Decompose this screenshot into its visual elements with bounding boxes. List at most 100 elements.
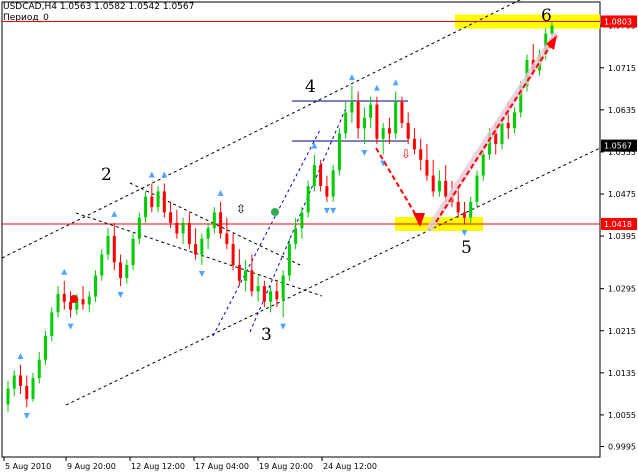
candle [356,91,360,139]
x-tick-label: 17 Aug 04:00 [195,462,249,471]
fractal-down-marker [280,323,287,330]
candle [187,212,191,250]
wave-label-4: 4 [305,77,316,97]
x-tick-label: 12 Aug 12:00 [131,462,185,471]
candle-body [394,101,398,134]
candle [69,291,73,318]
wave-label-6: 6 [541,6,552,26]
candle [312,154,316,192]
candle [437,170,441,197]
candle [175,209,179,239]
y-tick-label: 1.0475 [608,190,636,199]
candle [256,275,260,302]
candle-body [225,233,229,244]
y-tick-label: 1.0215 [608,327,636,336]
candle [394,91,398,139]
candle-body [237,265,241,281]
candle [381,122,385,155]
candle [125,259,129,284]
chart-area[interactable]: USDCAD,H4 1.0563 1.0582 1.0542 1.0567 Пе… [0,0,638,474]
candle-body [456,201,460,213]
candle-body [337,133,341,171]
candle-body [106,236,110,255]
candle-body [512,112,516,129]
candle [412,128,416,155]
fractal-up-marker [311,142,318,149]
candle-body [131,238,135,266]
fractal-down-marker [461,229,468,236]
candle-body [250,270,254,292]
y-tick-label: 0.9995 [608,442,636,451]
candle [100,249,104,281]
candle [244,259,248,292]
candle-body [62,293,66,302]
candle-body [156,191,160,208]
candle [306,180,310,218]
candle-body [181,222,185,234]
candle-body [462,212,466,218]
candle [237,249,241,287]
candle [387,117,391,145]
fractal-up-marker [392,79,399,86]
candle-body [469,201,473,218]
fractal-up-marker [348,74,355,81]
candle-body [262,286,266,302]
candle-body [169,212,173,223]
candle [206,222,210,250]
candle [331,165,335,202]
sell-signal-dot [70,295,78,303]
fractal-up-marker [217,189,224,196]
y-tick-label: 1.0635 [608,106,636,115]
candle-body [81,299,85,305]
candle [112,222,116,271]
candle [287,238,291,281]
candle [250,254,254,297]
candle-body [44,336,48,360]
candle-body [69,301,73,310]
candle [94,270,98,302]
fractal-up-marker [373,84,380,91]
candle-body [444,180,448,197]
x-tick-label: 9 Aug 20:00 [67,462,116,471]
candle-body [381,128,385,139]
candle-body [269,291,273,302]
candle-body [100,254,104,276]
buy-signal-dot [271,208,279,216]
candle-body [125,265,129,279]
candle-body [506,122,510,129]
trend-channel [1,0,601,406]
candle-body [319,165,323,187]
price-chart[interactable]: ⇳ ⇩ 2 3 4 5 6 1.07951.07151.06351.05551.… [0,0,638,474]
forecast-arrow-down [375,147,421,223]
candle [375,96,379,145]
fractal-down-marker [23,413,30,420]
y-tick-label: 1.0055 [608,411,636,420]
candle-body [150,196,154,208]
candle-body [219,212,223,234]
candle-body [481,154,485,176]
candle-body [256,286,260,292]
candle-body [275,291,279,300]
y-tick-label: 1.0395 [608,232,636,241]
candle [431,159,435,197]
fractal-markers [17,74,468,420]
candle [119,254,123,287]
candle [150,183,154,213]
candle [131,233,135,271]
candle [44,330,48,365]
y-tick-label: 1.0135 [608,369,636,378]
candle [194,228,198,260]
candle-body [325,186,329,197]
candle [419,138,423,171]
candle-body [331,170,335,197]
candle [162,183,166,218]
fractal-down-marker [323,207,330,214]
wave-label-5: 5 [461,238,472,258]
candle-body [56,293,60,313]
candle [512,107,516,134]
candle [219,201,223,239]
candle [344,101,348,139]
candle [50,307,54,342]
candle [181,217,185,244]
candle [144,191,148,223]
